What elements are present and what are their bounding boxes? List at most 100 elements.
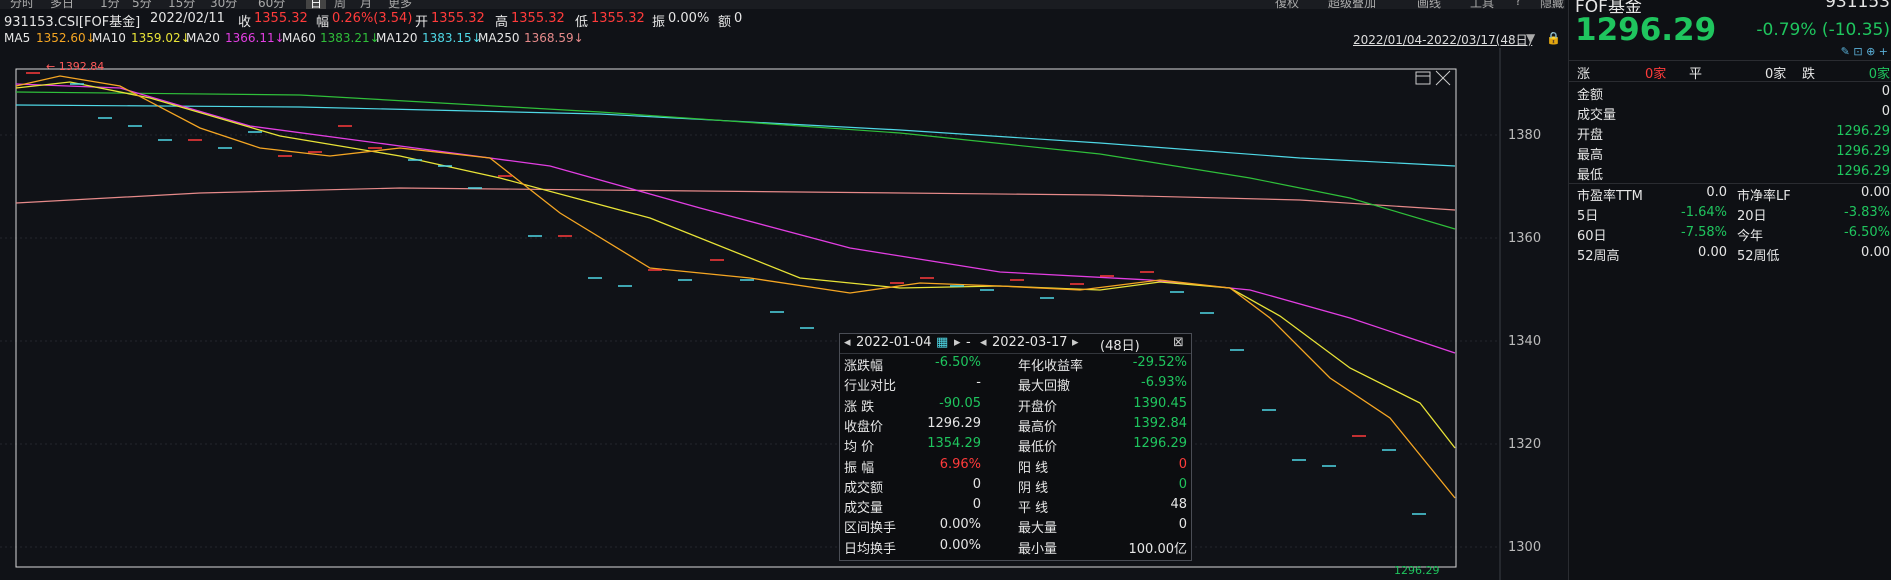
stat-value: 0: [972, 476, 981, 492]
quote-stat-label: 市净率LF: [1737, 189, 1791, 204]
tab-30min[interactable]: 30分: [210, 0, 237, 9]
stat-value: 48: [1170, 497, 1187, 513]
tools-button[interactable]: 工具: [1470, 0, 1494, 9]
quote-panel: FOF基金 931153 1296.29 -0.79% (-10.35) ✎ ⊡…: [1568, 0, 1891, 580]
stat-label: 振 幅: [844, 460, 875, 476]
draw-line-button[interactable]: 画线: [1417, 0, 1441, 9]
dropdown-icon[interactable]: ▼: [1526, 31, 1535, 45]
panel-tool-icons[interactable]: ✎ ⊡ ⊕ +: [1841, 45, 1888, 58]
start-prev-icon[interactable]: ◂: [844, 335, 851, 350]
ma10-label: MA10: [92, 31, 126, 45]
stat-label: 最高价: [1018, 419, 1058, 435]
tab-duori[interactable]: 多日: [50, 0, 74, 9]
ma10-value: 1359.02↓: [131, 31, 191, 45]
stat-value: 1354.29: [927, 436, 981, 452]
stat-label: 均 价: [844, 440, 875, 456]
date-range-link[interactable]: 2022/01/04-2022/03/17(48日): [1353, 31, 1532, 48]
stats-row: 振 幅 6.96% 阳 线 0: [840, 456, 1191, 476]
quote-field-value: 1296.29: [1836, 124, 1890, 139]
popup-close-icon[interactable]: ⊠: [1173, 335, 1184, 350]
stat-value: 1296.29: [1133, 436, 1187, 452]
ma120-value: 1383.15↓: [422, 31, 482, 45]
quote-stat-value: -3.83%: [1844, 205, 1890, 220]
stat-value: 0: [1178, 476, 1187, 492]
range-stats-popup: ◂ 2022-01-04 ▦ ▸ - ◂ 2022-03-17 ▸ (48日) …: [839, 333, 1192, 561]
stat-label: 最低价: [1018, 440, 1058, 456]
stat-label: 成交额: [844, 480, 884, 496]
stat-label: 行业对比: [844, 379, 897, 395]
stat-label: 最大量: [1018, 521, 1058, 537]
close-label: 收: [238, 15, 252, 30]
tab-15min[interactable]: 15分: [168, 0, 195, 9]
rise-label: 涨: [1577, 67, 1591, 82]
start-calendar-icon[interactable]: ▦: [936, 335, 948, 350]
low-label: 低: [575, 15, 589, 30]
divider: [1569, 81, 1891, 82]
help-button[interactable]: ?: [1515, 0, 1521, 8]
kline-chart[interactable]: 1380 1360 1340 1320 1300 ← 1392.84 1296.…: [0, 48, 1565, 580]
fall-count: 0家: [1868, 67, 1890, 82]
stat-label: 收盘价: [844, 419, 884, 435]
tab-60min[interactable]: 60分: [258, 0, 285, 9]
stat-value: 100.00亿: [1128, 541, 1188, 557]
quote-field-value: 0: [1881, 84, 1890, 99]
quote-field-label: 开盘: [1577, 128, 1604, 143]
start-date[interactable]: 2022-01-04: [856, 335, 932, 350]
stats-row: 行业对比 - 最大回撤 -6.93%: [840, 374, 1191, 394]
ma250-value: 1368.59↓: [524, 31, 584, 45]
overlay-button[interactable]: 超级叠加: [1328, 0, 1376, 9]
stat-label: 涨跌幅: [844, 359, 884, 374]
period-toolbar: 分时 多日 1分 5分 15分 30分 60分 日 周 月 更多 復权 超级叠加…: [0, 0, 1565, 9]
lock-icon[interactable]: 🔒: [1546, 31, 1561, 45]
restore-rights-button[interactable]: 復权: [1275, 0, 1299, 9]
stats-row: 成交量 0 平 线 48: [840, 496, 1191, 516]
end-date[interactable]: 2022-03-17: [992, 335, 1068, 350]
chart-background: [0, 48, 1565, 580]
tab-month[interactable]: 月: [360, 0, 372, 9]
y-label-1380: 1380: [1508, 128, 1541, 143]
stats-row: 均 价 1354.29 最低价 1296.29: [840, 435, 1191, 455]
quote-field-value: 0: [1881, 104, 1890, 119]
index-code-right: 931153: [1825, 0, 1890, 12]
tab-week[interactable]: 周: [334, 0, 346, 9]
tab-more[interactable]: 更多: [388, 0, 412, 9]
stats-row: 涨 跌 -90.05 开盘价 1390.45: [840, 395, 1191, 415]
last-price-tag: 1296.29: [1394, 564, 1440, 577]
close-value: 1355.32: [254, 11, 308, 26]
stat-value: 0.00%: [939, 537, 981, 553]
tab-1min[interactable]: 1分: [100, 0, 120, 9]
stat-value: 1392.84: [1133, 415, 1187, 431]
stat-value: -6.93%: [1141, 375, 1187, 391]
ma-legend-bar: MA5 1352.60↓ MA10 1359.02↓ MA20 1366.11↓…: [0, 30, 1565, 48]
stat-label: 涨 跌: [844, 399, 875, 415]
stat-label: 阳 线: [1018, 460, 1049, 476]
tab-fenshi[interactable]: 分时: [10, 0, 34, 9]
amount-value: 0: [734, 11, 743, 26]
y-label-1300: 1300: [1508, 540, 1541, 555]
end-next-icon[interactable]: ▸: [1072, 335, 1079, 350]
tab-day[interactable]: 日: [306, 0, 327, 9]
chg-value: 0.26%(3.54): [332, 11, 413, 26]
quote-field-value: 1296.29: [1836, 144, 1890, 159]
tab-5min[interactable]: 5分: [132, 0, 152, 9]
quote-stat-value: 0.0: [1706, 185, 1727, 200]
stat-value: 0.00%: [939, 517, 981, 533]
quote-field-value: 1296.29: [1836, 164, 1890, 179]
start-next-icon[interactable]: ▸: [954, 335, 961, 350]
end-prev-icon[interactable]: ◂: [980, 335, 987, 350]
quote-field-label: 金额: [1577, 88, 1604, 103]
quote-field-label: 最高: [1577, 148, 1604, 163]
stat-label: 平 线: [1018, 501, 1049, 517]
rise-count: 0家: [1645, 67, 1667, 82]
price-change: -0.79% (-10.35): [1756, 20, 1890, 40]
quote-stat-label: 5日: [1577, 209, 1599, 224]
hide-button[interactable]: 隐藏: [1540, 0, 1564, 9]
stat-label: 阴 线: [1018, 480, 1049, 496]
ma5-label: MA5: [4, 31, 31, 45]
quote-field-label: 最低: [1577, 168, 1604, 183]
divider: [1569, 183, 1891, 184]
range-days: (48日): [1100, 339, 1140, 354]
stat-value: 1296.29: [927, 415, 981, 431]
y-label-1320: 1320: [1508, 437, 1541, 452]
quote-stat-label: 52周低: [1737, 249, 1780, 264]
